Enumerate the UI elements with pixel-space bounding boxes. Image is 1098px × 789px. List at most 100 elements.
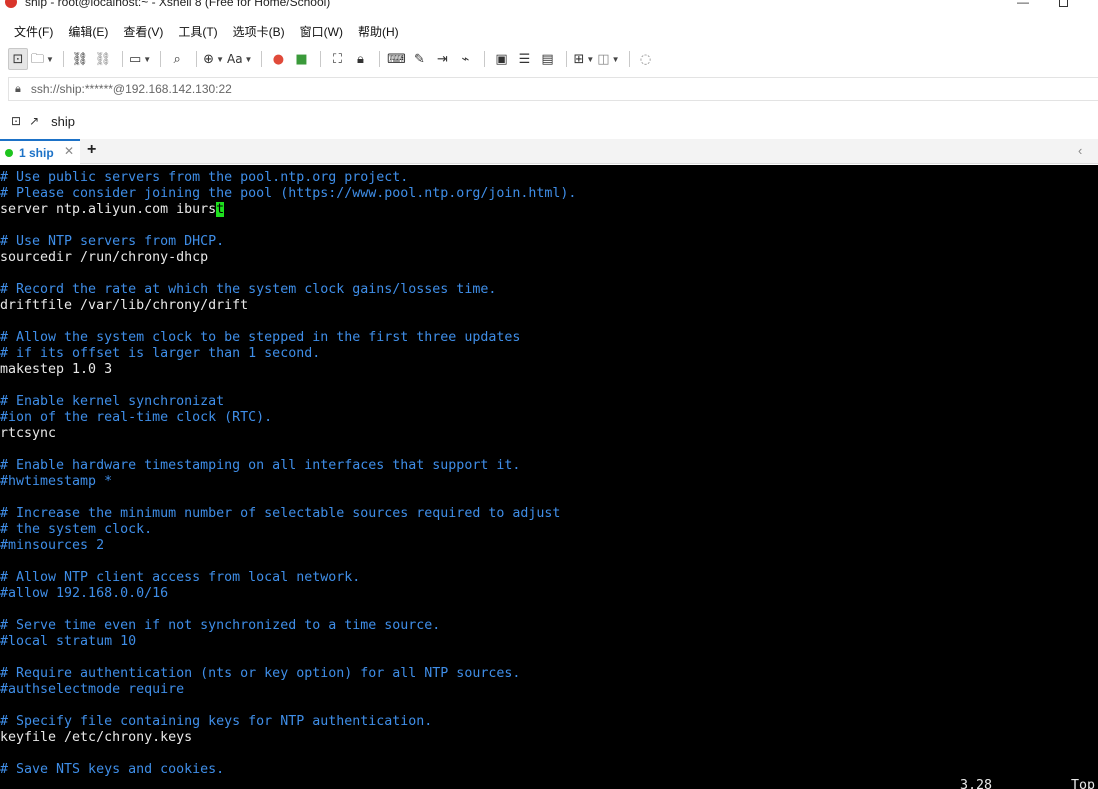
menu-tabs[interactable]: 选项卡(B) (233, 23, 285, 40)
log-button[interactable]: ☰ (514, 48, 534, 70)
link-icon: ⛓ (71, 51, 89, 67)
transfer-button[interactable]: ⇥ (432, 48, 452, 70)
compose-button[interactable]: ✎ (409, 48, 429, 70)
terminal-line: #minsources 2 (0, 538, 105, 553)
disconnect-button[interactable]: ⛓ (93, 48, 113, 70)
reconnect-button[interactable]: ⛓ (70, 48, 90, 70)
session-manager-icon[interactable]: ⊡ (11, 114, 21, 128)
new-session-button[interactable]: ⊡ (8, 48, 28, 70)
folder-icon: 🗀 (31, 51, 45, 67)
new-session-icon: ⊡ (12, 51, 24, 67)
keyboard-button[interactable]: ⌨ (386, 48, 406, 70)
terminal-line: # Enable hardware timestamping on all in… (0, 458, 521, 473)
terminal-line: makestep 1.0 3 (0, 362, 113, 377)
terminal-line: # Use NTP servers from DHCP. (0, 234, 225, 249)
terminal-line: sourcedir /run/chrony-dhcp (0, 250, 209, 265)
terminal-line: # Allow NTP client access from local net… (0, 570, 361, 585)
chat-icon: ◌ (639, 51, 652, 67)
xshell-window: ship - root@localhost:~ - Xshell 8 (Free… (0, 0, 1098, 789)
terminal[interactable]: # Use public servers from the pool.ntp.o… (0, 165, 1098, 789)
maximize-button[interactable] (1040, 0, 1086, 12)
terminal-line: # the system clock. (0, 522, 153, 537)
terminal-line: # Record the rate at which the system cl… (0, 282, 497, 297)
font-button[interactable]: Aa ▼ (227, 48, 252, 70)
globe-icon: ⊕ (203, 51, 215, 67)
tab-ship[interactable]: 1 ship ✕ (0, 139, 80, 164)
terminal-line: driftfile /var/lib/chrony/drift (0, 298, 249, 313)
cursor-position: 3,28 (960, 778, 993, 789)
terminal-line: #allow 192.168.0.0/16 (0, 586, 169, 601)
menu-edit[interactable]: 编辑(E) (68, 23, 108, 40)
lock-button[interactable]: 🔒︎ (350, 48, 370, 70)
menu-bar: 文件(F) 编辑(E) 查看(V) 工具(T) 选项卡(B) 窗口(W) 帮助(… (0, 20, 1098, 42)
add-tab-button[interactable]: + (87, 141, 96, 159)
terminal-output: # Use public servers from the pool.ntp.o… (0, 170, 576, 778)
terminal-line: keyfile /etc/chrony.keys (0, 730, 193, 745)
script-icon: ⌁ (461, 51, 470, 67)
terminal-line: # Allow the system clock to be stepped i… (0, 330, 521, 345)
external-link-icon[interactable]: ↗ (29, 114, 39, 128)
script-button[interactable]: ⌁ (455, 48, 475, 70)
menu-tools[interactable]: 工具(T) (178, 23, 217, 40)
menu-view[interactable]: 查看(V) (123, 23, 163, 40)
layout-button[interactable]: ◫ ▼ (597, 48, 619, 70)
find-button[interactable]: ⌕ (167, 48, 187, 70)
title-bar: ship - root@localhost:~ - Xshell 8 (Free… (0, 0, 1098, 12)
terminal-line: # if its offset is larger than 1 second. (0, 346, 321, 361)
xshell-icon: ● (272, 51, 285, 67)
chevron-left-icon[interactable]: ‹ (1078, 143, 1082, 158)
session-link-ship[interactable]: ship (51, 114, 75, 129)
menu-help[interactable]: 帮助(H) (358, 23, 399, 40)
pencil-icon: ✎ (414, 51, 425, 67)
close-tab-icon[interactable]: ✕ (64, 144, 74, 158)
menu-file[interactable]: 文件(F) (14, 23, 53, 40)
notes-icon: ▤ (541, 51, 554, 67)
terminal-line: #hwtimestamp * (0, 474, 113, 489)
search-icon: ⌕ (173, 51, 181, 67)
xshell-button[interactable]: ● (268, 48, 288, 70)
new-tab-button[interactable]: ⊞ ▼ (573, 48, 594, 70)
xshell-logo-icon (5, 0, 17, 8)
terminal-line: # Serve time even if not synchronized to… (0, 618, 441, 633)
tunnel-button[interactable]: ▣ (491, 48, 511, 70)
properties-icon: ▭ (128, 51, 142, 67)
encoding-button[interactable]: ⊕ ▼ (203, 48, 224, 70)
terminal-line: # Require authentication (nts or key opt… (0, 666, 521, 681)
terminal-line: server ntp.aliyun.com iburst (0, 202, 576, 218)
properties-button[interactable]: ▭ ▼ (129, 48, 151, 70)
lock-icon: 🔒︎ (15, 82, 21, 95)
terminal-line: # Enable kernel synchronizat (0, 394, 225, 409)
font-icon: Aa (226, 52, 243, 66)
layout-icon: ◫ (597, 51, 610, 67)
xftp-icon: ■ (295, 51, 308, 67)
terminal-line: #authselectmode require (0, 682, 185, 697)
chat-button[interactable]: ◌ (636, 48, 656, 70)
window-title: ship - root@localhost:~ - Xshell 8 (Free… (25, 0, 331, 9)
open-session-button[interactable]: 🗀 ▼ (31, 48, 54, 70)
lock-icon: 🔒︎ (357, 51, 364, 67)
notes-button[interactable]: ▤ (537, 48, 557, 70)
add-tab-icon: ⊞ (573, 51, 585, 67)
fullscreen-button[interactable]: ⛶ (327, 48, 347, 70)
terminal-line: # Specify file containing keys for NTP a… (0, 714, 433, 729)
tab-bar: 1 ship ✕ + ‹ (0, 139, 1098, 164)
session-bar: ⊡ ↗ ship (0, 108, 1098, 134)
terminal-line: rtcsync (0, 426, 57, 441)
tunnel-icon: ▣ (495, 51, 508, 67)
xftp-button[interactable]: ■ (291, 48, 311, 70)
fullscreen-icon: ⛶ (332, 51, 343, 67)
menu-window[interactable]: 窗口(W) (300, 23, 343, 40)
terminal-line: # Please consider joining the pool (http… (0, 186, 577, 201)
terminal-line: # Use public servers from the pool.ntp.o… (0, 170, 409, 185)
address-bar[interactable]: 🔒︎ ssh://ship:******@192.168.142.130:22 (8, 77, 1098, 101)
